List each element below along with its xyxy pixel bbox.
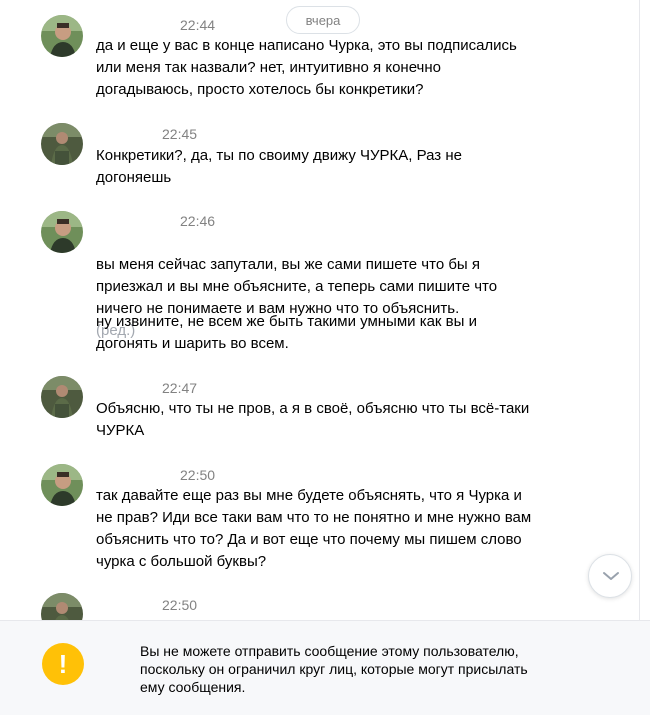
message-text: так давайте еще раз вы мне будете объясн… [96,487,532,570]
date-separator: вчера [286,6,360,34]
avatar-user-a[interactable] [41,464,83,506]
message-time: 22:50 [180,467,216,483]
message-time: 22:44 [180,17,216,33]
message-time: 22:47 [162,380,198,396]
message-text: Конкретики?, да, ты по своиму движу ЧУРК… [96,147,462,186]
message-time: 22:46 [180,213,216,229]
notice-text: Вы не можете отправить сообщение этому п… [140,643,528,695]
scrollbar-track [639,0,640,715]
avatar-user-b[interactable] [41,376,83,418]
avatar-user-b[interactable] [41,123,83,165]
avatar-user-a[interactable] [41,15,83,57]
avatar-user-b[interactable] [41,593,83,620]
scroll-down-button[interactable] [588,554,632,598]
message-text: да и еще у вас в конце написано Чурка, э… [96,37,517,98]
exclamation-glyph: ! [58,649,68,679]
exclamation-icon: ! [42,643,84,685]
message-time: 22:45 [162,126,198,142]
avatar-user-a[interactable] [41,211,83,253]
message-text: Объясню, что ты не пров, а я в своё, объ… [96,400,530,439]
message-text: ну извините, не всем же быть такими умны… [96,313,477,352]
message-time: 22:50 [162,597,198,613]
message-text-body: вы меня сейчас запутали, вы же сами пише… [96,256,498,317]
chevron-down-icon [603,572,619,580]
message-history[interactable]: вчера 22:44 да и еще у вас в конце напис… [0,0,640,620]
write-restricted-notice: ! Вы не можете отправить сообщение этому… [0,620,650,715]
